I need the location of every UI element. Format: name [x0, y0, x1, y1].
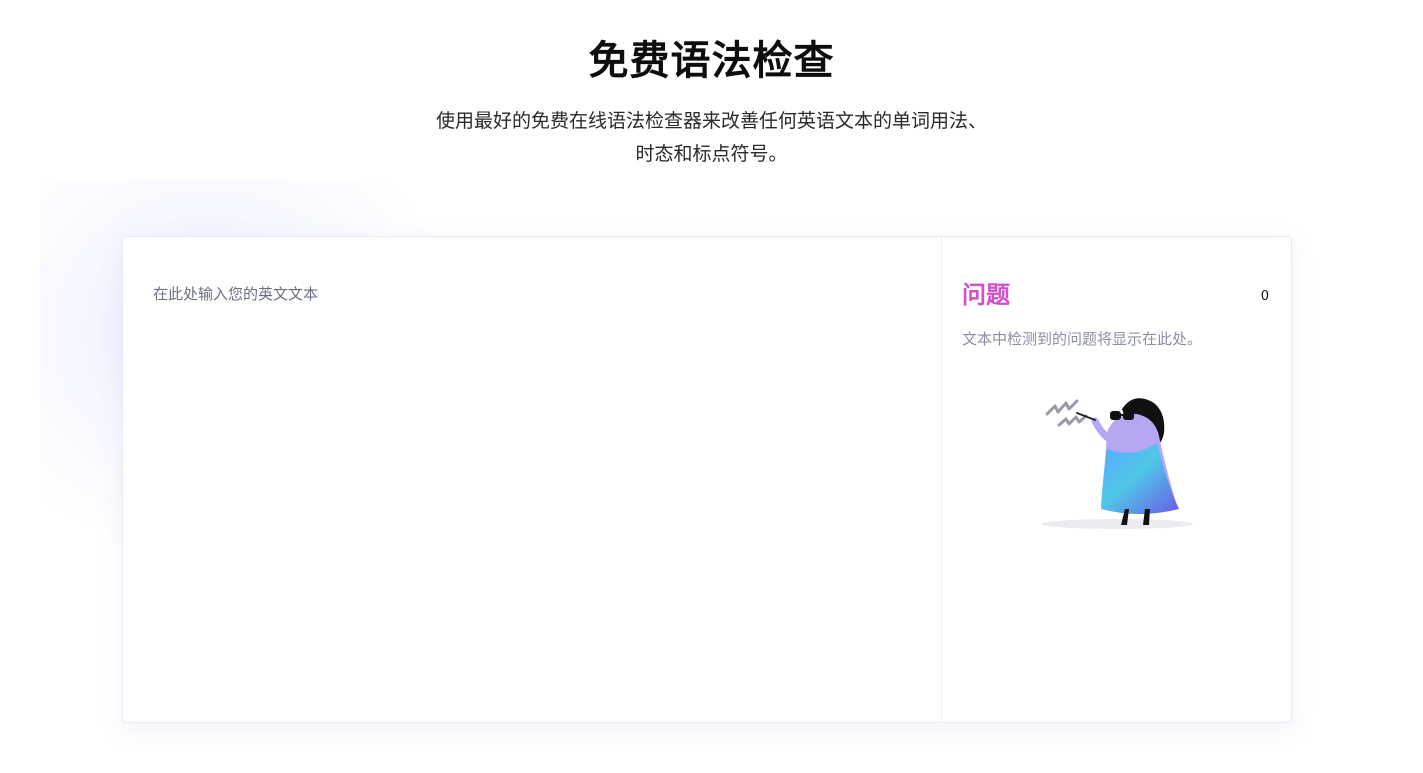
grammar-checker-page: 免费语法检查 使用最好的免费在线语法检查器来改善任何英语文本的单词用法、 时态和… — [0, 0, 1423, 773]
page-subtitle: 使用最好的免费在线语法检查器来改善任何英语文本的单词用法、 时态和标点符号。 — [400, 105, 1023, 171]
subtitle-line-2: 时态和标点符号。 — [635, 143, 788, 165]
issues-panel: 问题 0 文本中检测到的问题将显示在此处。 — [942, 237, 1291, 722]
woman-with-sunglasses-illustration — [1041, 398, 1193, 529]
subtitle-line-1: 使用最好的免费在线语法检查器来改善任何英语文本的单词用法、 — [435, 110, 987, 132]
page-title: 免费语法检查 — [588, 38, 835, 84]
issues-description: 文本中检测到的问题将显示在此处。 — [962, 330, 1203, 348]
text-editor-panel — [123, 237, 942, 722]
issues-count: 0 — [1260, 289, 1269, 304]
checker-panel: 问题 0 文本中检测到的问题将显示在此处。 — [122, 236, 1292, 723]
issues-title: 问题 — [962, 281, 1010, 309]
text-input[interactable] — [153, 283, 913, 683]
